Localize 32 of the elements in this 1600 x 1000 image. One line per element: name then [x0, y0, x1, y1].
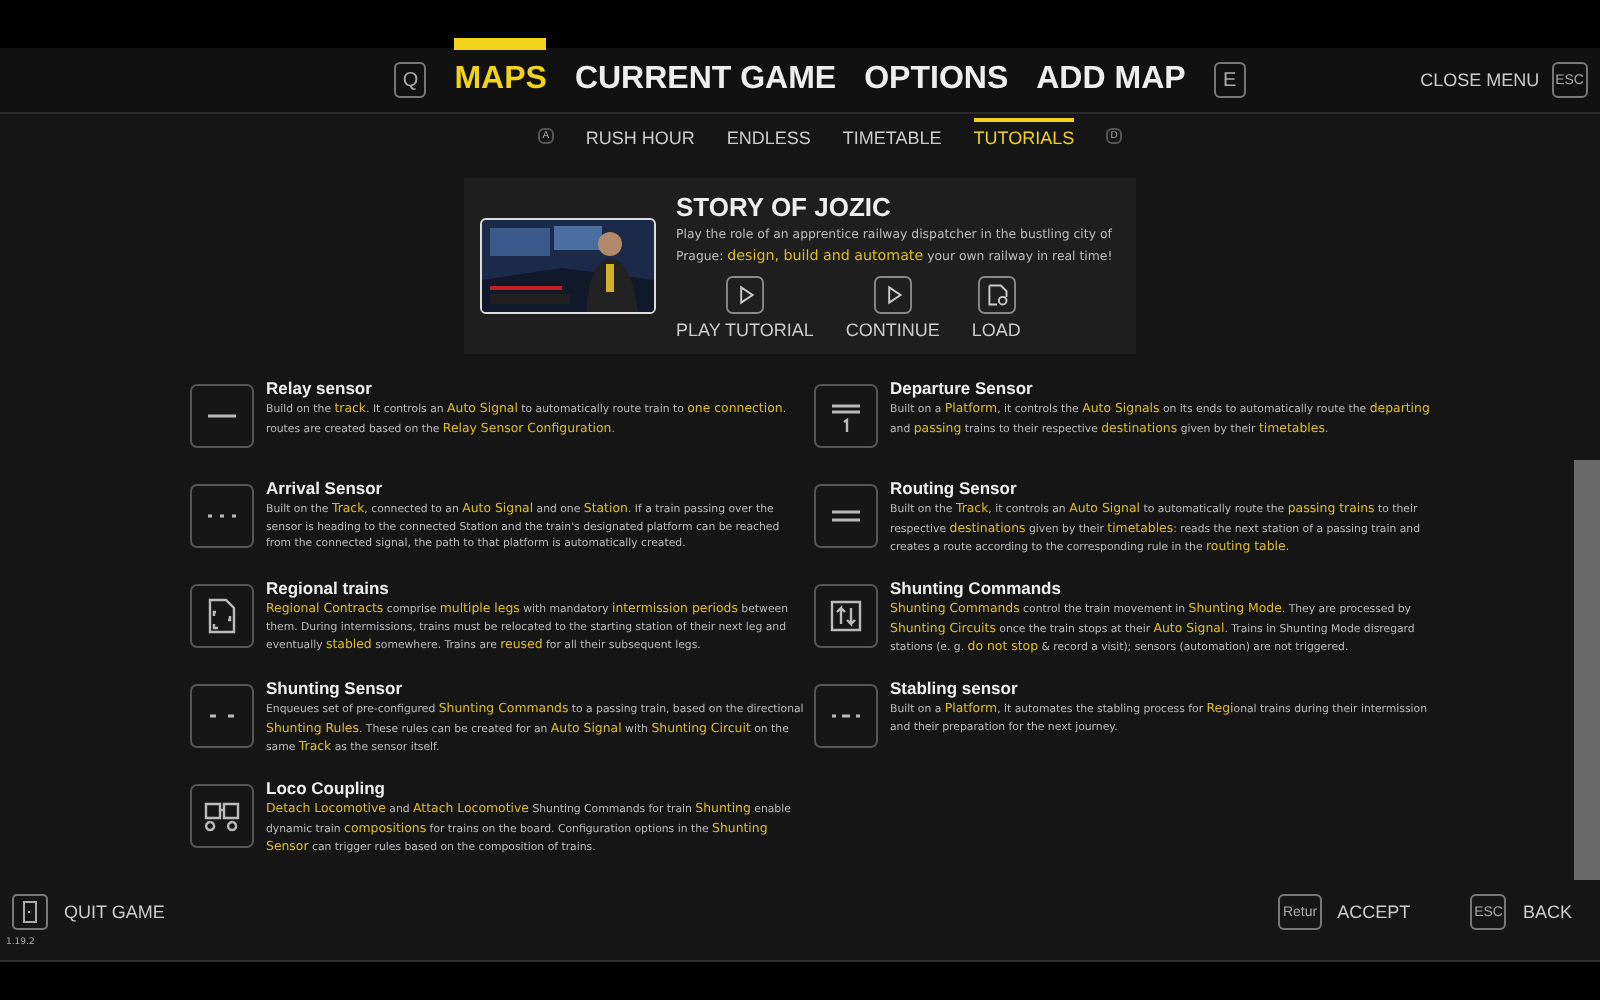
entry-title: Stabling sensor: [890, 678, 1020, 698]
entry-title: Loco Coupling: [266, 778, 387, 798]
entry-title: Regional trains: [266, 578, 391, 598]
action-button[interactable]: PLAY TUTORIAL: [676, 275, 814, 340]
sub-tab[interactable]: RUSH HOUR: [585, 118, 695, 154]
entry-title: Routing Sensor: [890, 478, 1019, 498]
sub-tab[interactable]: ENDLESS: [726, 118, 811, 154]
entry-title: Relay sensor: [266, 378, 374, 398]
back-button[interactable]: BACK: [1522, 902, 1572, 922]
play-icon: [725, 275, 764, 314]
action-button[interactable]: CONTINUE: [845, 275, 940, 340]
menu-tab[interactable]: ADD MAP: [1036, 50, 1186, 110]
story-title: STORY OF JOZIC: [676, 192, 893, 223]
file-gear-icon: [977, 275, 1016, 314]
key-hint: Q: [394, 62, 427, 98]
quit-game-button[interactable]: QUIT GAME: [64, 902, 165, 922]
sub-tab[interactable]: TUTORIALS: [973, 118, 1075, 154]
action-button[interactable]: LOAD: [971, 275, 1021, 340]
entry-title: Shunting Sensor: [266, 678, 404, 698]
close-menu-button[interactable]: CLOSE MENU: [1420, 70, 1540, 90]
menu-tab[interactable]: OPTIONS: [864, 50, 1009, 110]
scrollbar-thumb[interactable]: [1574, 460, 1600, 880]
accept-button[interactable]: ACCEPT: [1337, 902, 1411, 922]
entry-title: Departure Sensor: [890, 378, 1035, 398]
play-icon: [873, 275, 912, 314]
entry-title: Arrival Sensor: [266, 478, 385, 498]
menu-tab[interactable]: MAPS: [454, 38, 547, 110]
key-hint: E: [1213, 62, 1246, 98]
entry-title: Shunting Commands: [890, 578, 1063, 598]
door-icon: [12, 894, 48, 930]
menu-tab[interactable]: CURRENT GAME: [574, 50, 837, 110]
sub-tab[interactable]: TIMETABLE: [842, 118, 942, 154]
